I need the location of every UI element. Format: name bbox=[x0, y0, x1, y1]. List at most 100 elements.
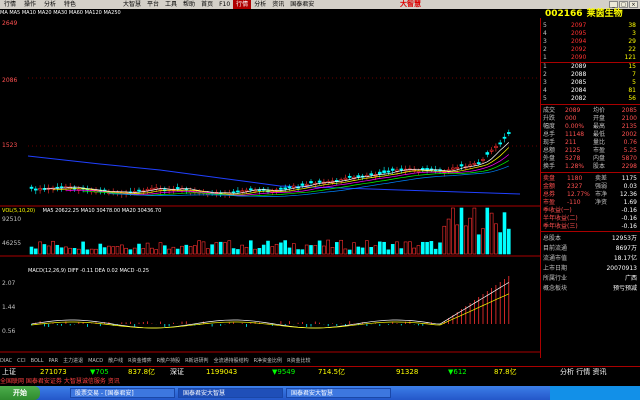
volume-bar bbox=[89, 248, 94, 255]
candle-body bbox=[249, 188, 253, 191]
volume-bar bbox=[433, 248, 438, 255]
volume-bar bbox=[313, 245, 318, 255]
buy-level: 5 bbox=[543, 95, 547, 102]
capital-label: 所属行业 bbox=[543, 275, 568, 282]
divider bbox=[541, 172, 640, 173]
volume-bar bbox=[81, 241, 85, 255]
volume-bar bbox=[64, 246, 68, 255]
indicator-tab[interactable]: 散户线 bbox=[108, 358, 123, 364]
buy-row[interactable]: 1 2089 15 bbox=[541, 63, 640, 71]
volume-bar bbox=[98, 243, 103, 255]
task-dzh-2[interactable]: 国泰君安大智慧 bbox=[286, 388, 391, 398]
volume-bar bbox=[485, 207, 490, 255]
menu-item-2[interactable]: 分析 bbox=[40, 0, 60, 9]
indicator-tab[interactable]: MACD bbox=[88, 358, 103, 364]
candle-body bbox=[279, 187, 283, 190]
capital-value: 20070913 bbox=[606, 265, 637, 272]
capital-row: 总股本 12953万 bbox=[541, 234, 640, 243]
buy-row[interactable]: 4 2084 81 bbox=[541, 87, 640, 95]
buy-row[interactable]: 3 2085 5 bbox=[541, 79, 640, 87]
indicator-tab[interactable]: R散户持股 bbox=[157, 358, 180, 364]
maximize-icon[interactable]: □ bbox=[619, 1, 628, 8]
vol-legend-label: VOL(5,10,20) bbox=[2, 208, 36, 214]
volume-bar bbox=[115, 246, 120, 255]
status-right-label[interactable]: 分析 行情 资讯 bbox=[560, 367, 606, 378]
volume-bar bbox=[171, 246, 176, 255]
index2-change: ▼9549 bbox=[272, 368, 296, 376]
volume-bar bbox=[498, 232, 503, 255]
capital-row: 上市日期 20070913 bbox=[541, 264, 640, 273]
tab-f10[interactable]: F10 bbox=[216, 0, 233, 9]
sell-row[interactable]: 2 2092 22 bbox=[541, 46, 640, 54]
volume-bar bbox=[163, 245, 167, 255]
minimize-icon[interactable]: _ bbox=[609, 1, 618, 8]
indicator-tab[interactable]: R净资金比例 bbox=[254, 358, 282, 364]
kline-chart[interactable] bbox=[0, 18, 540, 358]
news-ticker[interactable]: 全国联网 国泰君安证券 大智慧诚信服务 资讯 bbox=[0, 378, 640, 386]
volume-bar bbox=[356, 246, 361, 255]
candle-body bbox=[38, 188, 42, 191]
volume-bar bbox=[175, 248, 180, 255]
volume-bar bbox=[158, 242, 163, 255]
volume-bar bbox=[322, 245, 326, 255]
capital-label: 上市日期 bbox=[543, 265, 568, 272]
candle-body bbox=[145, 188, 150, 191]
close-icon[interactable]: × bbox=[629, 1, 638, 8]
divider bbox=[541, 104, 640, 105]
volume-bar bbox=[231, 248, 236, 255]
sell-row[interactable]: 4 2095 3 bbox=[541, 30, 640, 38]
chart-area[interactable] bbox=[0, 18, 541, 358]
indicator-tab[interactable]: R资金比较 bbox=[287, 358, 310, 364]
candle-body bbox=[291, 185, 296, 188]
indicator-tab[interactable]: BOLL bbox=[31, 358, 44, 364]
menu-item-4[interactable]: 大智慧 bbox=[120, 0, 144, 9]
volume-bar bbox=[386, 249, 391, 255]
buy-price: 2082 bbox=[571, 95, 587, 102]
start-button[interactable]: 开始 bbox=[0, 386, 40, 400]
indicator-tab[interactable]: PAR bbox=[48, 358, 58, 364]
volume-bar bbox=[377, 241, 382, 255]
buy-row[interactable]: 2 2088 7 bbox=[541, 71, 640, 79]
sell-level: 4 bbox=[543, 30, 547, 37]
system-tray bbox=[550, 386, 640, 400]
volume-bar bbox=[408, 241, 412, 255]
sell-row[interactable]: 3 2094 29 bbox=[541, 38, 640, 46]
ma250-line bbox=[27, 155, 521, 195]
volume-bar bbox=[218, 241, 223, 255]
tab-analysis[interactable]: 分析 bbox=[251, 0, 269, 9]
menu-item-5[interactable]: 平台 bbox=[144, 0, 162, 9]
app-logo: 大智慧 bbox=[400, 0, 421, 8]
volume-bar bbox=[240, 244, 244, 255]
task-dzh-1[interactable]: 国泰君安大智慧 bbox=[178, 388, 283, 398]
quote-panel: 002166 莱茵生物 5 2097 38 4 2095 3 3 2094 29 2 2092 22 1 2… bbox=[541, 9, 640, 359]
volume-bar bbox=[249, 240, 253, 255]
buy-row[interactable]: 5 2082 56 bbox=[541, 95, 640, 103]
tab-quote[interactable]: 行情 bbox=[233, 0, 252, 9]
task-trading[interactable]: 股票交易 - [国泰君安] bbox=[70, 388, 175, 398]
tab-broker[interactable]: 国泰君安 bbox=[287, 0, 317, 9]
volume-bar bbox=[459, 207, 464, 255]
tab-home[interactable]: 首页 bbox=[198, 0, 216, 9]
volume-bar bbox=[68, 247, 72, 255]
price-tick-top: 2649 bbox=[2, 20, 18, 27]
tab-news[interactable]: 资讯 bbox=[269, 0, 287, 9]
volume-bar bbox=[296, 249, 300, 255]
indicator-tab[interactable]: 全流通持股结构 bbox=[214, 358, 249, 364]
menu-item-0[interactable]: 行情 bbox=[0, 0, 20, 9]
moving-average-line bbox=[65, 154, 510, 196]
sell-row[interactable]: 5 2097 38 bbox=[541, 22, 640, 30]
candle-body bbox=[240, 190, 244, 193]
menu-item-1[interactable]: 操作 bbox=[20, 0, 40, 9]
volume-bar bbox=[274, 243, 279, 255]
candle-body bbox=[304, 183, 309, 186]
indicator-tab[interactable]: CCI bbox=[17, 358, 25, 364]
indicator-tab[interactable]: DIAC bbox=[0, 358, 12, 364]
sell-row[interactable]: 1 2090 121 bbox=[541, 54, 640, 62]
indicator-tab[interactable]: 主力进退 bbox=[63, 358, 83, 364]
candle-body bbox=[476, 162, 481, 165]
indicator-tab[interactable]: R新进研判 bbox=[185, 358, 208, 364]
menu-item-7[interactable]: 帮助 bbox=[180, 0, 198, 9]
indicator-tab[interactable]: R资金博弈 bbox=[128, 358, 151, 364]
menu-item-6[interactable]: 工具 bbox=[162, 0, 180, 9]
menu-item-3[interactable]: 特色 bbox=[60, 0, 80, 9]
